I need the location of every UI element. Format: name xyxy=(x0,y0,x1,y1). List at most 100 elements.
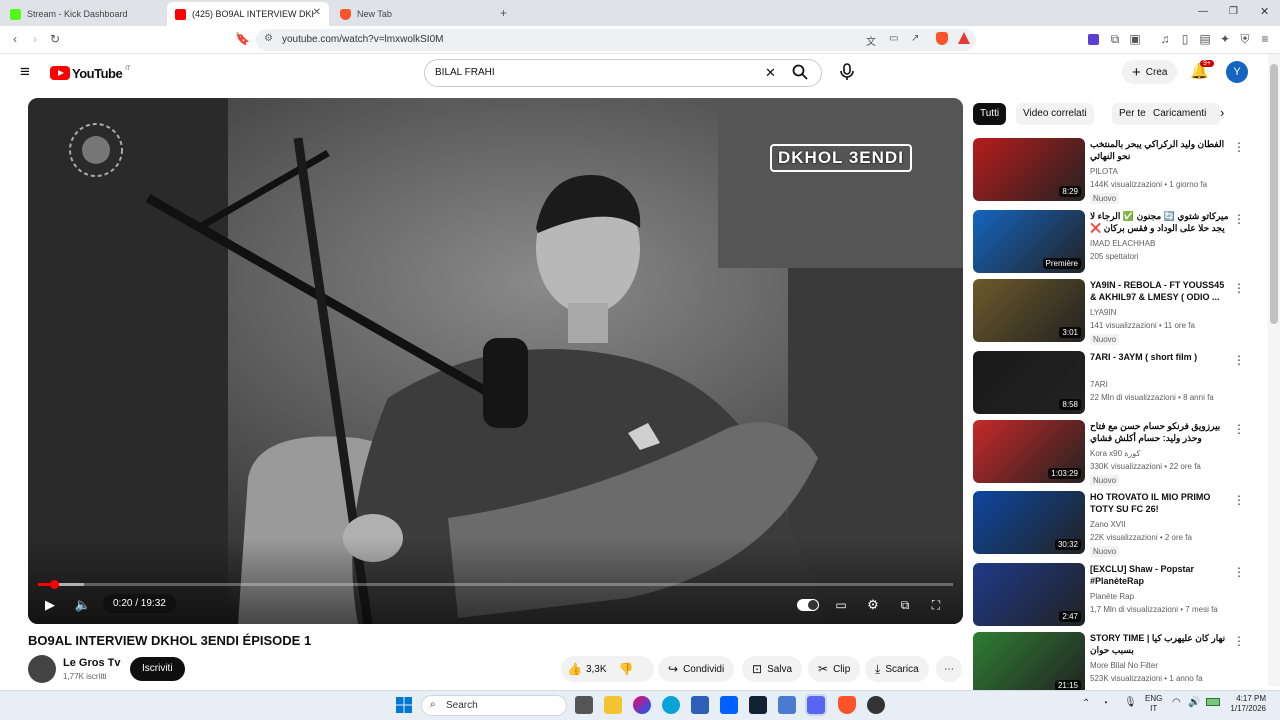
more-vertical-icon[interactable]: ⋮ xyxy=(1233,634,1245,648)
brave-browser-icon[interactable] xyxy=(838,696,856,714)
share-button[interactable]: ↪ Condividi xyxy=(658,656,735,682)
terminal-icon[interactable] xyxy=(749,696,767,714)
progress-bar[interactable] xyxy=(38,580,953,589)
more-vertical-icon[interactable]: ⋮ xyxy=(1233,212,1245,226)
wallet-icon[interactable]: ▣ xyxy=(1128,32,1142,46)
video-thumbnail[interactable]: 30:32 xyxy=(973,491,1085,554)
close-tab-icon[interactable]: ✕ xyxy=(313,7,321,18)
chip-all[interactable]: Tutti xyxy=(973,103,1007,125)
recommended-video[interactable]: 21:15 STORY TIME | نهار كان عليهرب كيا بس… xyxy=(973,632,1253,698)
wallet2-icon[interactable]: ▤ xyxy=(1198,32,1212,46)
address-bar[interactable]: ⚙ youtube.com/watch?v=lmxwolkSI0M 文 ▭ ↗ xyxy=(256,29,976,51)
video-title[interactable]: [EXCLU] Shaw - Popstar #PlanèteRap xyxy=(1090,563,1230,587)
wifi-icon[interactable]: ◠ xyxy=(1172,697,1181,708)
video-player[interactable]: DKHOL 3ENDI ▶ 🔈 0:20 / 19:32 ▭ ⚙ ⧉ ⛶ xyxy=(28,98,963,624)
video-thumbnail[interactable]: 1:03:29 xyxy=(973,420,1085,483)
channel-name[interactable]: 7ARI xyxy=(1090,380,1108,389)
play-icon[interactable]: ▶ xyxy=(41,596,59,614)
dropbox-icon[interactable] xyxy=(720,696,738,714)
video-title[interactable]: الفطان وليد الركراكي يبحر بالمنتخب نحو ا… xyxy=(1090,138,1230,162)
video-thumbnail[interactable]: 2:47 xyxy=(973,563,1085,626)
tab-kick[interactable]: Stream - Kick Dashboard xyxy=(2,2,162,26)
channel-name[interactable]: Kora x90 كورة xyxy=(1090,449,1140,458)
recommended-video[interactable]: 30:32 HO TROVATO IL MIO PRIMO TOTY SU FC … xyxy=(973,491,1253,557)
more-vertical-icon[interactable]: ⋮ xyxy=(1233,281,1245,295)
reload-icon[interactable]: ↻ xyxy=(48,32,62,46)
bookmark-icon[interactable]: 🔖 xyxy=(235,32,250,46)
video-title[interactable]: HO TROVATO IL MIO PRIMO TOTY SU FC 26! xyxy=(1090,491,1230,515)
discord-icon[interactable] xyxy=(805,694,827,716)
brave-rewards-icon[interactable] xyxy=(958,32,970,44)
media-icon[interactable]: ♫ xyxy=(1158,32,1172,46)
translate-icon[interactable]: 文 xyxy=(866,33,876,48)
channel-name[interactable]: Zano XVII xyxy=(1090,520,1126,529)
recommended-video[interactable]: 1:03:29 بيرزويق فرنكو حسام حسن مع فتاح وح… xyxy=(973,420,1253,486)
miniplayer-icon[interactable]: ⧉ xyxy=(896,596,914,614)
video-title[interactable]: 7ARI - 3AYM ( short film ) xyxy=(1090,351,1230,363)
cast-icon[interactable]: ▭ xyxy=(889,33,898,44)
more-vertical-icon[interactable]: ⋮ xyxy=(1233,353,1245,367)
dislike-icon[interactable]: 👎 xyxy=(619,662,634,676)
account-avatar[interactable]: Y xyxy=(1226,61,1248,83)
recommended-video[interactable]: 3:01 YA9IN - REBOLA - FT YOUSS45 & AKHIL9… xyxy=(973,279,1253,345)
clip-button[interactable]: ✂ Clip xyxy=(808,656,861,682)
copilot-icon[interactable] xyxy=(633,696,651,714)
brave-shields-icon[interactable] xyxy=(936,32,948,45)
site-info-icon[interactable]: ⚙ xyxy=(264,33,273,44)
save-button[interactable]: ⊡ Salva xyxy=(742,656,803,682)
language-indicator[interactable]: ENG IT xyxy=(1145,694,1162,714)
subtitles-icon[interactable]: ▭ xyxy=(832,596,850,614)
more-vertical-icon[interactable]: ⋮ xyxy=(1233,565,1245,579)
scrollbar-thumb[interactable] xyxy=(1270,64,1278,324)
chips-next-icon[interactable]: › xyxy=(1220,105,1224,120)
recommended-video[interactable]: Première ميركاتو شتوي 🔄 مجنون ✅ الرجاء لا… xyxy=(973,210,1253,276)
channel-name[interactable]: PILOTA xyxy=(1090,167,1118,176)
recommended-video[interactable]: 2:47 [EXCLU] Shaw - Popstar #PlanèteRap Pl… xyxy=(973,563,1253,629)
tray-chevron-icon[interactable]: ⌃ xyxy=(1082,698,1090,709)
channel-name[interactable]: Le Gros Tv xyxy=(63,657,120,669)
search-input[interactable]: BILAL FRAHI xyxy=(435,67,495,78)
tab-new[interactable]: New Tab xyxy=(332,2,492,26)
channel-name[interactable]: More Bilal No Filter xyxy=(1090,661,1158,670)
minimize-icon[interactable]: — xyxy=(1198,6,1208,17)
share-icon[interactable]: ↗ xyxy=(911,33,919,44)
channel-avatar[interactable] xyxy=(28,655,56,683)
edge-icon[interactable] xyxy=(662,696,680,714)
close-window-icon[interactable]: ✕ xyxy=(1260,5,1269,18)
channel-name[interactable]: Planète Rap xyxy=(1090,592,1134,601)
guide-menu-icon[interactable]: ≡ xyxy=(20,63,30,81)
youtube-logo[interactable]: YouTube IT xyxy=(50,64,131,82)
more-vertical-icon[interactable]: ⋮ xyxy=(1233,140,1245,154)
search-box[interactable]: BILAL FRAHI ✕ xyxy=(424,59,822,87)
new-tab-icon[interactable]: + xyxy=(500,6,507,20)
sidebar-icon[interactable]: ▯ xyxy=(1178,32,1192,46)
forward-icon[interactable]: › xyxy=(28,32,42,46)
windows-start-icon[interactable] xyxy=(396,697,412,713)
like-count[interactable]: 3,3K xyxy=(586,664,607,675)
back-icon[interactable]: ‹ xyxy=(8,32,22,46)
chip-uploads[interactable]: Caricamenti xyxy=(1146,103,1220,125)
more-vertical-icon[interactable]: ⋮ xyxy=(1233,493,1245,507)
restore-icon[interactable]: ❐ xyxy=(1229,6,1238,17)
tray-app-icon[interactable]: ◔ xyxy=(1102,698,1108,709)
microphone-icon[interactable]: 🎙 xyxy=(1124,697,1137,708)
video-thumbnail[interactable]: 8:58 xyxy=(973,351,1085,414)
store-icon[interactable] xyxy=(691,696,709,714)
subscribe-button[interactable]: Iscriviti xyxy=(130,657,185,681)
battery-icon[interactable] xyxy=(1206,698,1220,706)
video-thumbnail[interactable]: Première xyxy=(973,210,1085,273)
obs-icon[interactable] xyxy=(867,696,885,714)
task-view-icon[interactable] xyxy=(575,696,593,714)
channel-name[interactable]: LYA9IN xyxy=(1090,308,1116,317)
more-actions-button[interactable]: ⋯ xyxy=(936,656,962,682)
extensions-puzzle-icon[interactable]: ⧉ xyxy=(1108,32,1122,46)
video-thumbnail[interactable]: 21:15 xyxy=(973,632,1085,695)
clear-search-icon[interactable]: ✕ xyxy=(765,65,776,81)
vpn-app-icon[interactable] xyxy=(778,696,796,714)
video-title[interactable]: بيرزويق فرنكو حسام حسن مع فتاح وحذر وليد… xyxy=(1090,420,1230,446)
progress-scrubber[interactable] xyxy=(49,580,59,589)
extension-icon[interactable] xyxy=(1088,34,1099,45)
video-thumbnail[interactable]: 8:29 xyxy=(973,138,1085,201)
settings-gear-icon[interactable]: ⚙ xyxy=(864,596,882,614)
recommended-video[interactable]: 8:58 7ARI - 3AYM ( short film ) 7ARI 22 Mln… xyxy=(973,351,1253,417)
